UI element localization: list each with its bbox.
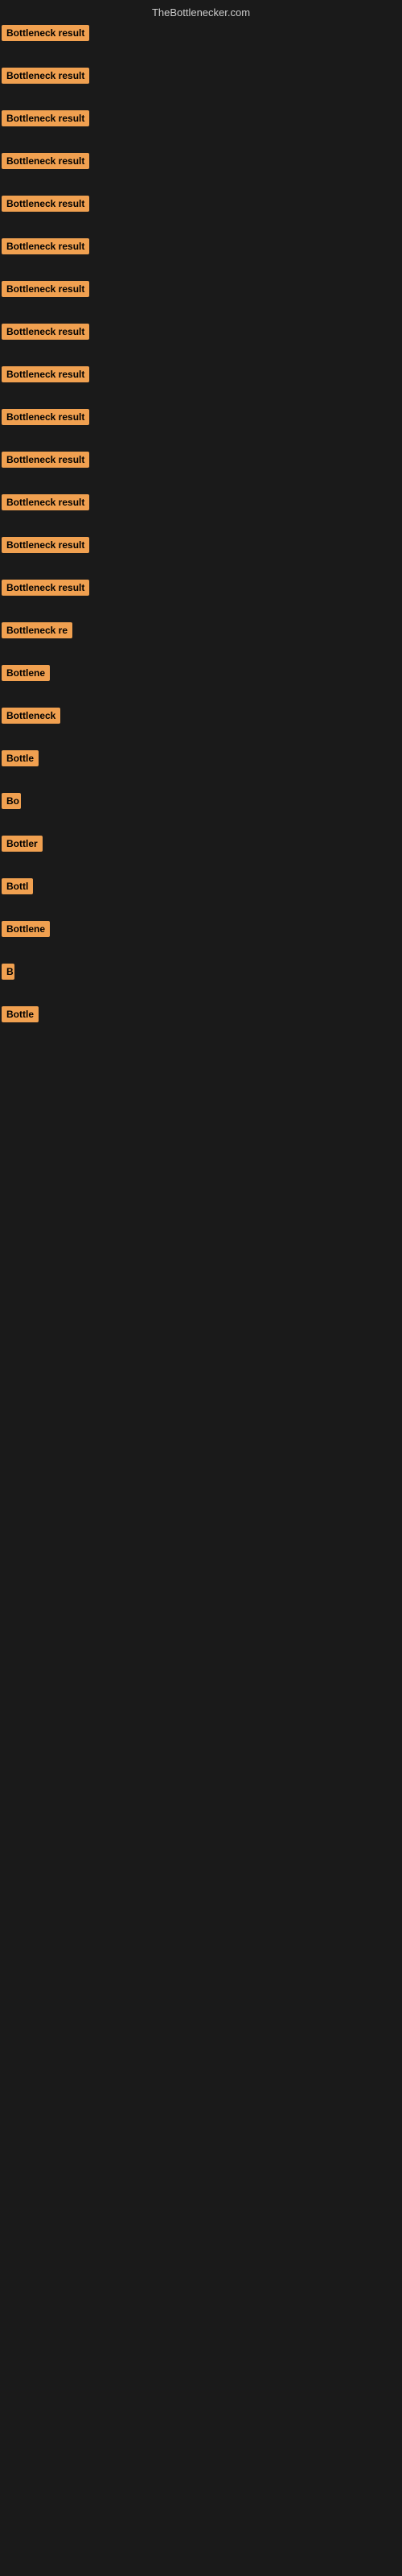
bottleneck-badge[interactable]: Bottlene [2, 921, 50, 937]
bottleneck-item: Bottleneck result [2, 153, 400, 173]
bottleneck-item: Bottleneck result [2, 537, 400, 557]
bottleneck-badge[interactable]: B [2, 964, 14, 980]
bottleneck-item: Bottleneck result [2, 25, 400, 45]
bottleneck-item: Bo [2, 793, 400, 813]
bottleneck-item: Bottleneck re [2, 622, 400, 642]
bottleneck-item: Bottleneck result [2, 68, 400, 88]
bottleneck-badge[interactable]: Bottleneck result [2, 494, 89, 510]
bottleneck-item: Bottlene [2, 665, 400, 685]
bottleneck-item: Bottleneck result [2, 494, 400, 514]
bottleneck-badge[interactable]: Bo [2, 793, 21, 809]
bottleneck-badge[interactable]: Bottl [2, 878, 33, 894]
bottleneck-list: Bottleneck result Bottleneck result Bottle… [0, 22, 402, 1052]
bottleneck-badge[interactable]: Bottleneck result [2, 196, 89, 212]
bottleneck-badge[interactable]: Bottleneck result [2, 238, 89, 254]
bottleneck-item: Bottl [2, 878, 400, 898]
bottleneck-badge[interactable]: Bottleneck result [2, 110, 89, 126]
bottleneck-badge[interactable]: Bottleneck result [2, 366, 89, 382]
bottleneck-badge[interactable]: Bottleneck result [2, 153, 89, 169]
site-title: TheBottlenecker.com [152, 6, 250, 19]
bottleneck-item: Bottleneck result [2, 452, 400, 472]
bottleneck-item: Bottlene [2, 921, 400, 941]
bottleneck-badge[interactable]: Bottle [2, 1006, 39, 1022]
bottleneck-item: Bottle [2, 750, 400, 770]
bottleneck-item: Bottleneck result [2, 409, 400, 429]
bottleneck-item: Bottler [2, 836, 400, 856]
bottleneck-badge[interactable]: Bottle [2, 750, 39, 766]
bottleneck-badge[interactable]: Bottlene [2, 665, 50, 681]
bottleneck-badge[interactable]: Bottleneck result [2, 68, 89, 84]
bottleneck-item: Bottleneck result [2, 366, 400, 386]
bottleneck-item: Bottleneck result [2, 238, 400, 258]
bottleneck-badge[interactable]: Bottleneck result [2, 25, 89, 41]
bottleneck-item: Bottleneck result [2, 580, 400, 600]
bottleneck-badge[interactable]: Bottleneck result [2, 324, 89, 340]
bottleneck-item: Bottleneck result [2, 110, 400, 130]
bottleneck-item: Bottleneck result [2, 324, 400, 344]
bottleneck-item: Bottleneck result [2, 281, 400, 301]
bottleneck-badge[interactable]: Bottleneck result [2, 537, 89, 553]
bottleneck-item: Bottle [2, 1006, 400, 1026]
site-header: TheBottlenecker.com [0, 0, 402, 22]
bottleneck-item: Bottleneck result [2, 196, 400, 216]
bottleneck-badge[interactable]: Bottleneck [2, 708, 60, 724]
bottleneck-badge[interactable]: Bottleneck re [2, 622, 72, 638]
bottleneck-badge[interactable]: Bottler [2, 836, 43, 852]
bottleneck-badge[interactable]: Bottleneck result [2, 281, 89, 297]
bottleneck-badge[interactable]: Bottleneck result [2, 452, 89, 468]
bottleneck-item: B [2, 964, 400, 984]
bottleneck-badge[interactable]: Bottleneck result [2, 580, 89, 596]
bottleneck-badge[interactable]: Bottleneck result [2, 409, 89, 425]
bottleneck-item: Bottleneck [2, 708, 400, 728]
